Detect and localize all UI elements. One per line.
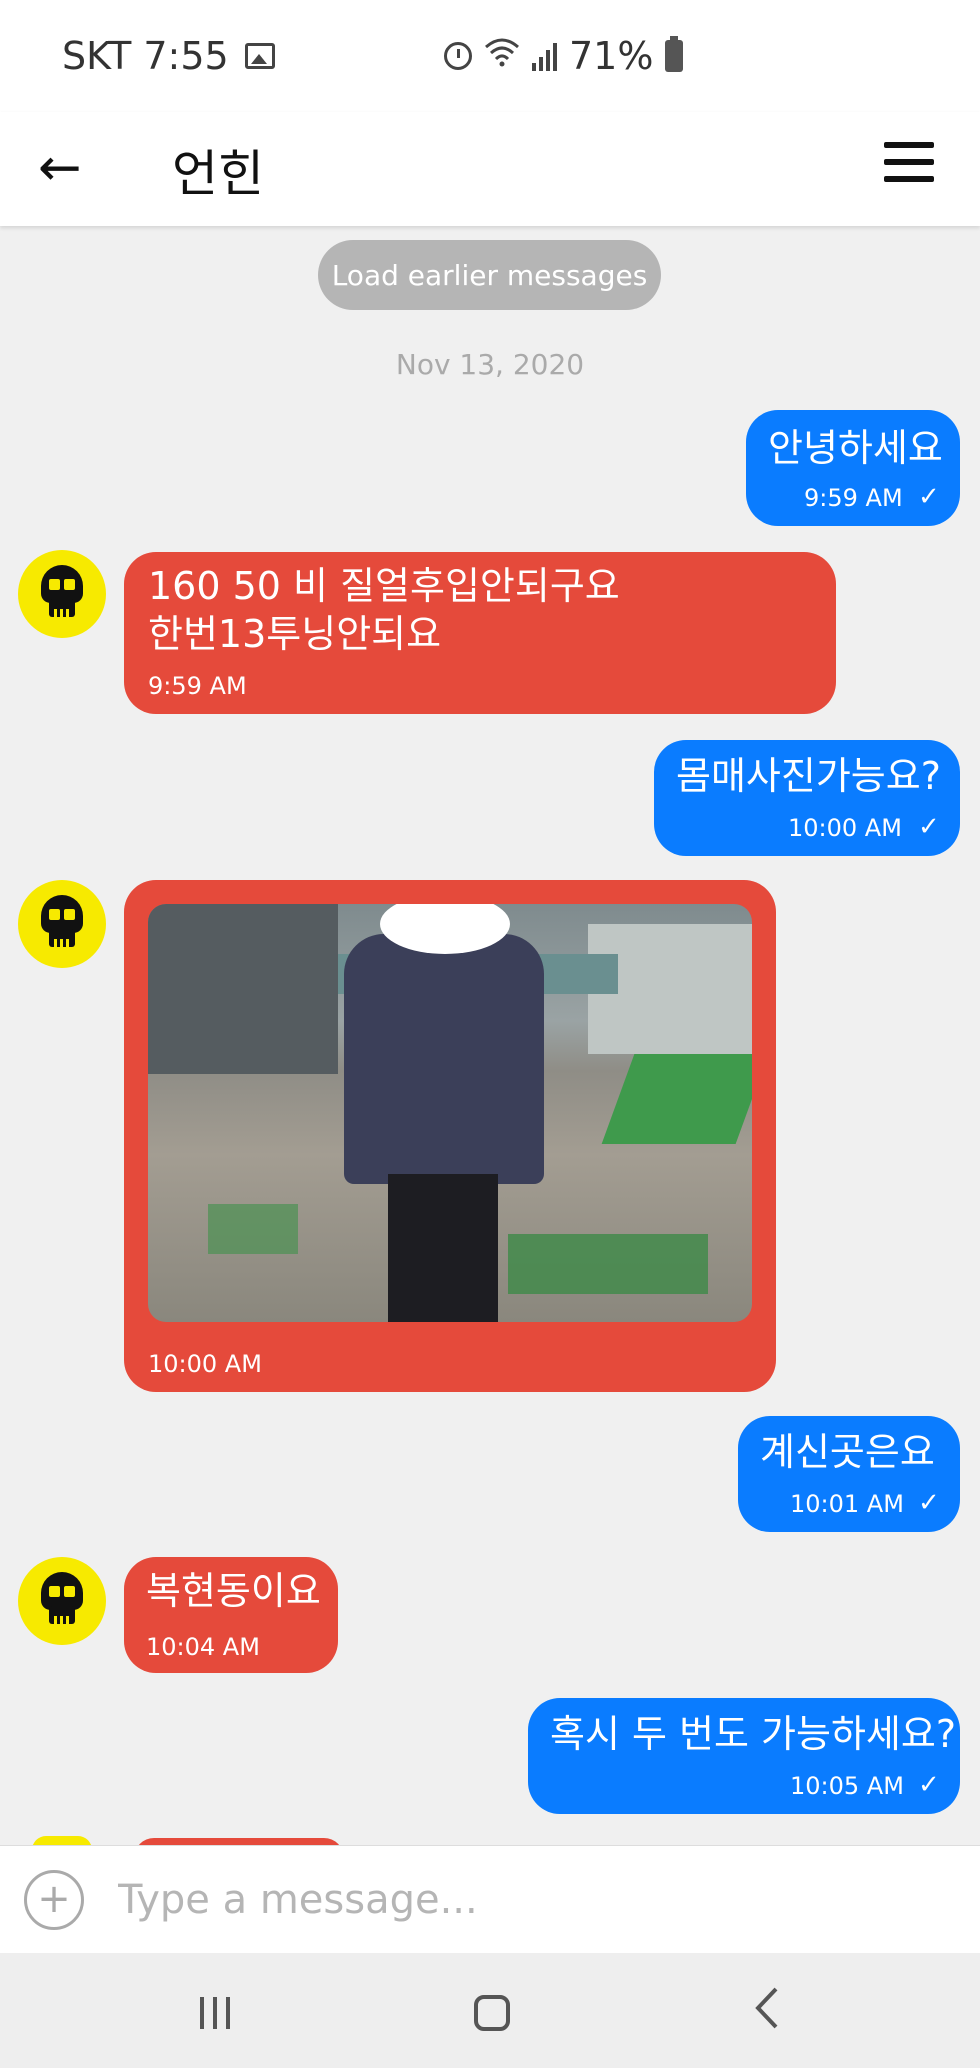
received-message[interactable]: 160 50 비 질얼후입안되구요 한번13투닝안되요 9:59 AM xyxy=(124,552,836,714)
skull-icon xyxy=(37,1572,87,1630)
menu-icon[interactable] xyxy=(884,142,934,182)
message-text: 계신곳은요 xyxy=(760,1430,935,1474)
add-attachment-icon[interactable]: + xyxy=(24,1870,84,1930)
system-nav-bar xyxy=(0,1953,980,2068)
message-text-line2: 한번13투닝안되요 xyxy=(148,612,442,656)
received-image-message[interactable]: 10:00 AM xyxy=(124,880,776,1392)
message-time: 9:59 AM xyxy=(148,672,247,700)
sent-message[interactable]: 몸매사진가능요? 10:00 AM ✓ xyxy=(654,740,960,856)
message-text: 안녕하세요 xyxy=(768,426,943,470)
skull-icon xyxy=(37,895,87,953)
alarm-icon xyxy=(444,42,472,70)
message-photo[interactable] xyxy=(148,904,752,1322)
signal-icon xyxy=(532,41,557,71)
recent-apps-icon[interactable] xyxy=(200,1997,230,2029)
message-time: 10:00 AM xyxy=(788,814,902,842)
message-text: 몸매사진가능요? xyxy=(676,754,941,798)
home-icon[interactable] xyxy=(474,1995,510,2031)
skull-icon xyxy=(37,565,87,623)
status-left: SKT 7:55 xyxy=(62,34,275,78)
message-time: 10:04 AM xyxy=(146,1633,260,1661)
composer-bar: + xyxy=(0,1845,980,1953)
message-time: 10:01 AM xyxy=(790,1490,904,1518)
battery-icon xyxy=(665,36,684,72)
sent-message[interactable]: 계신곳은요 10:01 AM ✓ xyxy=(738,1416,960,1532)
nav-back-icon[interactable] xyxy=(752,1983,782,2045)
message-time: 10:05 AM xyxy=(790,1772,904,1800)
gallery-icon xyxy=(244,43,275,69)
message-time: 9:59 AM xyxy=(804,484,903,512)
back-arrow-icon[interactable]: ← xyxy=(38,138,98,198)
message-text-line1: 160 50 비 질얼후입안되구요 xyxy=(148,564,620,608)
message-text: 복현동이요 xyxy=(146,1569,321,1613)
date-separator: Nov 13, 2020 xyxy=(395,348,585,381)
avatar[interactable] xyxy=(18,550,106,638)
message-input[interactable] xyxy=(118,1868,938,1932)
check-icon: ✓ xyxy=(918,1770,940,1800)
check-icon: ✓ xyxy=(918,812,940,842)
status-icons: 71% xyxy=(444,34,684,78)
chat-title: 언힌 xyxy=(172,145,264,203)
received-message[interactable]: 복현동이요 10:04 AM xyxy=(124,1557,338,1673)
status-bar: SKT 7:55 71% xyxy=(0,0,980,112)
chat-header: ← 언힌 xyxy=(0,112,980,226)
sent-message[interactable]: 혹시 두 번도 가능하세요? 10:05 AM ✓ xyxy=(528,1698,960,1814)
avatar[interactable] xyxy=(18,880,106,968)
message-time: 10:00 AM xyxy=(148,1350,262,1378)
load-earlier-button[interactable]: Load earlier messages xyxy=(318,240,661,310)
battery-percent: 71% xyxy=(569,34,654,78)
check-icon: ✓ xyxy=(918,482,940,512)
message-text: 혹시 두 번도 가능하세요? xyxy=(550,1712,957,1756)
sent-message[interactable]: 안녕하세요 9:59 AM ✓ xyxy=(746,410,960,526)
avatar[interactable] xyxy=(18,1557,106,1645)
carrier-time: SKT 7:55 xyxy=(62,34,229,78)
wifi-icon xyxy=(484,37,520,75)
check-icon: ✓ xyxy=(918,1488,940,1518)
